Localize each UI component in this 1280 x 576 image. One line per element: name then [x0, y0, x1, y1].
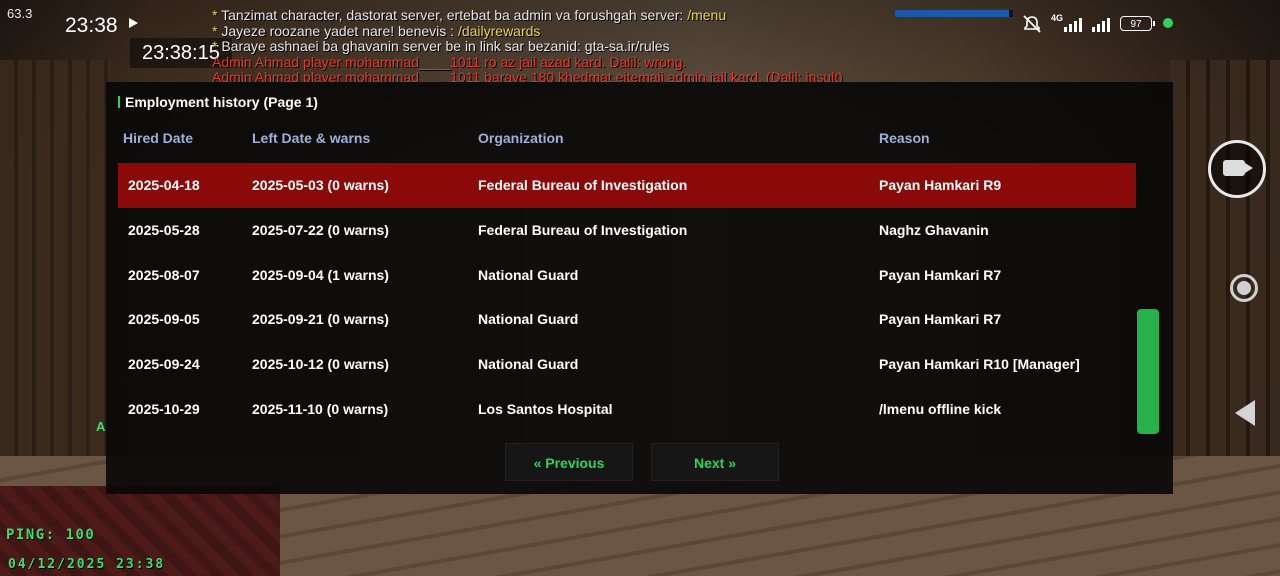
system-clock: 23:38 — [65, 14, 118, 37]
hud-datetime: 04/12/2025 23:38 — [8, 557, 166, 572]
signal-icon — [1092, 16, 1110, 32]
table-header: Hired Date Left Date & warns Organizatio… — [118, 130, 1136, 150]
hired-date: 2025-04-18 — [128, 177, 200, 193]
hired-date: 2025-09-05 — [128, 311, 200, 328]
previous-page-button[interactable]: « Previous — [505, 443, 633, 481]
network-type: 4G — [1051, 13, 1064, 23]
ping-indicator: PING: 100 — [6, 527, 96, 543]
hired-date: 2025-10-29 — [128, 400, 200, 417]
mute-icon — [1023, 15, 1041, 33]
status-dot — [1163, 18, 1173, 28]
left-date: 2025-07-22 (0 warns) — [252, 221, 389, 238]
table-row[interactable]: 2025-04-18 2025-05-03 (0 warns) Federal … — [118, 163, 1136, 208]
employment-history-dialog: Employment history (Page 1) Hired Date L… — [106, 82, 1173, 494]
organization: National Guard — [478, 356, 579, 373]
reason: /lmenu offline kick — [879, 400, 1002, 417]
organization: Federal Bureau of Investigation — [478, 177, 688, 193]
left-date: 2025-11-10 (0 warns) — [252, 400, 389, 417]
column-header: Reason — [879, 130, 930, 146]
reason: Payan Hamkari R10 [Manager] — [879, 356, 1080, 373]
signal-icon — [1064, 16, 1082, 32]
dialog-title-text: Employment history (Page 1) — [125, 94, 318, 110]
table-row[interactable]: 2025-10-29 2025-11-10 (0 warns) Los Sant… — [118, 387, 1136, 432]
table-body: 2025-04-18 2025-05-03 (0 warns) Federal … — [118, 163, 1136, 432]
chat-line: Admin Ahmad player mohammad____1011 ro a… — [212, 53, 687, 70]
column-header: Hired Date — [123, 130, 194, 146]
battery-icon: 97 — [1120, 16, 1155, 31]
reason: Payan Hamkari R7 — [879, 311, 1002, 328]
column-header: Organization — [478, 130, 564, 146]
left-date: 2025-09-04 (1 warns) — [252, 266, 389, 283]
organization: National Guard — [478, 266, 579, 283]
camera-icon — [1223, 160, 1253, 176]
play-icon — [129, 18, 138, 28]
left-date: 2025-09-21 (0 warns) — [252, 311, 389, 328]
reason: Payan Hamkari R9 — [879, 177, 1002, 193]
organization: Federal Bureau of Investigation — [478, 221, 688, 238]
left-date: 2025-05-03 (0 warns) — [252, 177, 389, 193]
organization: Los Santos Hospital — [478, 400, 613, 417]
dialog-title: Employment history (Page 1) — [118, 94, 318, 110]
chat-log: * Tanzimat character, dastorat server, e… — [212, 7, 972, 86]
hired-date: 2025-05-28 — [128, 221, 200, 238]
table-row[interactable]: 2025-09-24 2025-10-12 (0 warns) National… — [118, 342, 1136, 387]
reason: Payan Hamkari R7 — [879, 266, 1002, 283]
scrollbar-thumb[interactable] — [1137, 309, 1159, 434]
next-page-button[interactable]: Next » — [651, 443, 779, 481]
table-row[interactable]: 2025-08-07 2025-09-04 (1 warns) National… — [118, 253, 1136, 298]
camera-button[interactable] — [1208, 140, 1266, 198]
fps-counter: 63.3 — [7, 6, 33, 21]
organization: National Guard — [478, 311, 579, 328]
chat-line: * Tanzimat character, dastorat server, e… — [212, 7, 727, 23]
reason: Naghz Ghavanin — [879, 221, 989, 238]
table-row[interactable]: 2025-09-05 2025-09-21 (0 warns) National… — [118, 297, 1136, 342]
left-date: 2025-10-12 (0 warns) — [252, 356, 389, 373]
table-row[interactable]: 2025-05-28 2025-07-22 (0 warns) Federal … — [118, 208, 1136, 253]
record-icon[interactable] — [1230, 274, 1258, 302]
chat-line: * Baraye ashnaei ba ghavanin server be i… — [212, 38, 670, 54]
back-icon[interactable] — [1235, 400, 1255, 426]
chat-line: * Jayeze roozane yadet nare! benevis : /… — [212, 22, 541, 39]
hired-date: 2025-09-24 — [128, 356, 200, 373]
hired-date: 2025-08-07 — [128, 266, 200, 283]
partial-hud-text: A — [96, 419, 106, 434]
column-header: Left Date & warns — [252, 130, 371, 146]
